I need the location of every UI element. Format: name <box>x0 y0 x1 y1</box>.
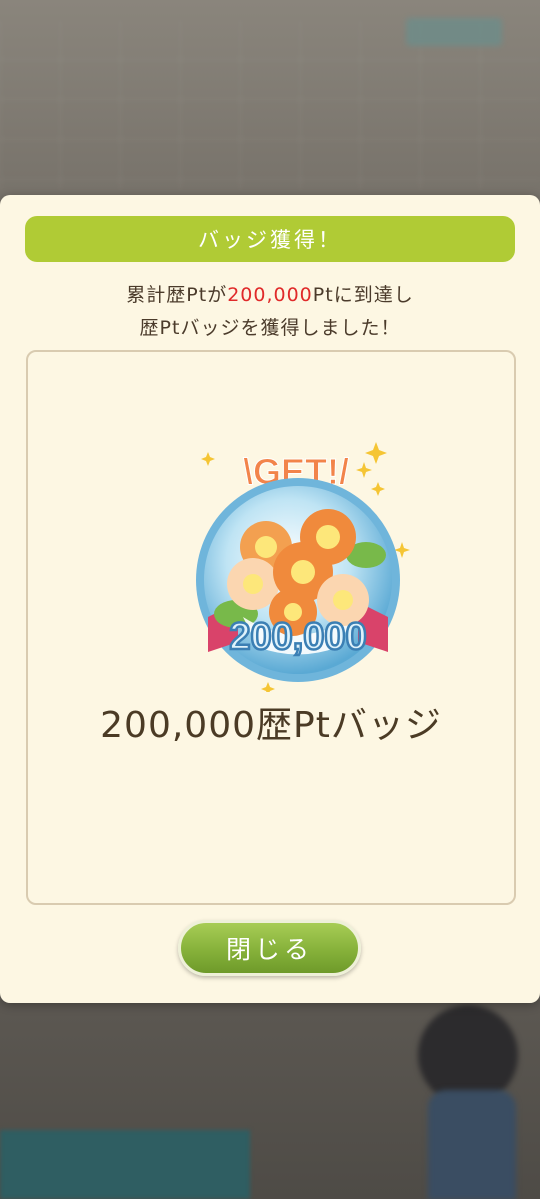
badge-icon: \GET!/ 200,000 <box>196 442 410 696</box>
message-line-2: 歴Ptバッジを獲得しました！ <box>139 317 401 339</box>
badge-name: 200,000歴Ptバッジ <box>100 705 442 746</box>
message-line-1: 累計歴Ptが200,000Ptに到達し <box>0 279 540 312</box>
background-character-body <box>428 1090 516 1199</box>
dialog-message: 累計歴Ptが200,000Ptに到達し 歴Ptバッジを獲得しました！ <box>0 279 540 345</box>
message-text-1: 累計歴Ptが <box>126 284 228 306</box>
message-highlight-points: 200,000 <box>227 284 313 306</box>
badge-acquired-dialog: バッジ獲得！ 累計歴Ptが200,000Ptに到達し 歴Ptバッジを獲得しました… <box>0 195 540 1003</box>
close-button[interactable]: 閉じる <box>178 920 361 976</box>
background-sign <box>406 18 502 46</box>
badge-illustration: \GET!/ 200,000 <box>178 402 418 696</box>
dialog-title: バッジ獲得！ <box>25 216 515 262</box>
message-text-2: Ptに到達し <box>312 284 414 306</box>
badge-number: 200,000 <box>229 616 366 658</box>
badge-panel: \GET!/ 200,000 200,000歴Ptバッジ <box>26 350 516 905</box>
background-counter <box>0 1130 250 1199</box>
